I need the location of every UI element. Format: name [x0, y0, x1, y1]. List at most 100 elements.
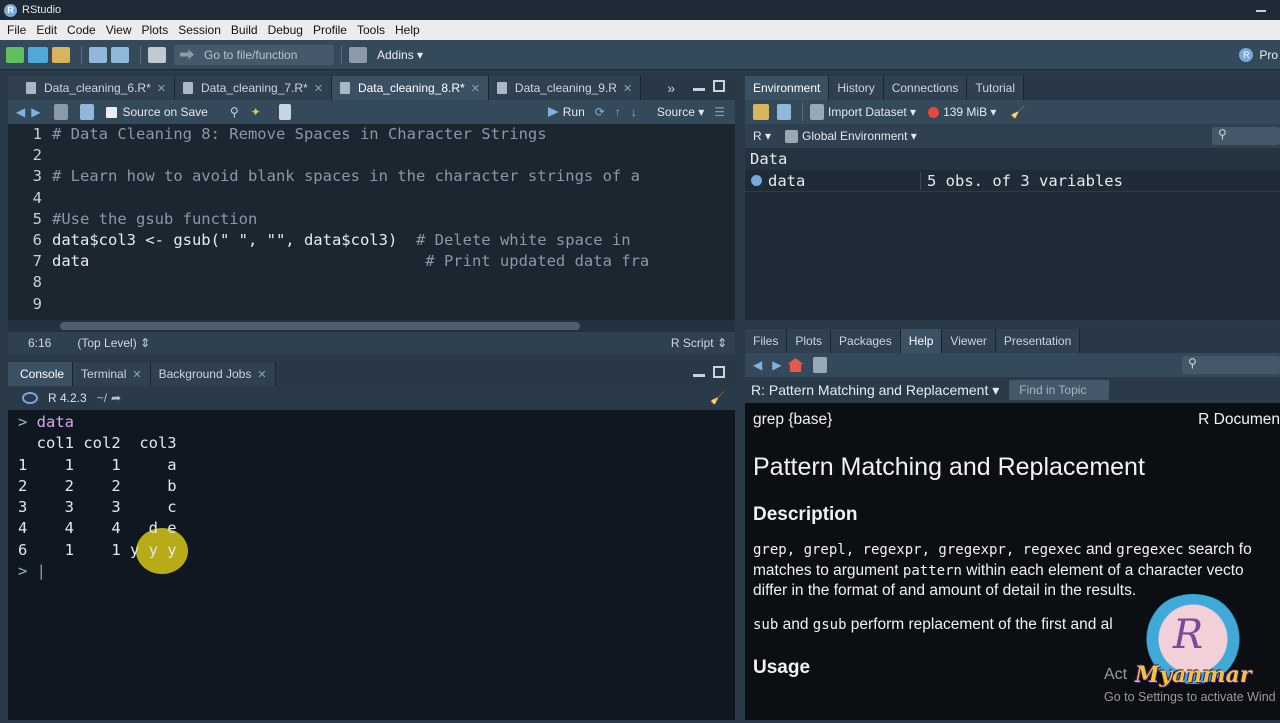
- goto-arrow-icon: [180, 49, 194, 60]
- console-prompt: >: [18, 413, 37, 431]
- rerun-icon[interactable]: ⟳: [595, 105, 605, 119]
- minimize-pane-icon[interactable]: [693, 374, 705, 377]
- tab-terminal[interactable]: Terminal ✕: [73, 362, 151, 386]
- new-file-icon[interactable]: [6, 46, 24, 63]
- tab-data-cleaning-8[interactable]: Data_cleaning_8.R* ✕: [331, 76, 489, 100]
- menu-tools[interactable]: Tools: [352, 23, 390, 37]
- working-directory[interactable]: ~/: [97, 391, 107, 405]
- minimize-pane-icon[interactable]: [693, 88, 705, 91]
- tab-tutorial[interactable]: Tutorial: [967, 76, 1025, 100]
- minimize-icon[interactable]: [1256, 10, 1266, 12]
- save-all-icon[interactable]: [111, 46, 129, 63]
- save-workspace-icon[interactable]: [777, 104, 791, 120]
- tab-history[interactable]: History: [829, 76, 884, 100]
- file-type-selector[interactable]: R Script ⇕: [671, 336, 727, 350]
- scope-selector[interactable]: (Top Level) ⇕: [77, 336, 150, 350]
- code-line: 6 data$col3 <- gsub(" ", "", data$col3) #…: [8, 230, 735, 251]
- clear-environment-icon[interactable]: 🧹: [1010, 105, 1025, 119]
- expand-data-icon[interactable]: [751, 175, 762, 186]
- menu-debug[interactable]: Debug: [263, 23, 308, 37]
- goto-directory-icon[interactable]: ➦: [111, 391, 121, 405]
- menu-edit[interactable]: Edit: [31, 23, 62, 37]
- menu-code[interactable]: Code: [62, 23, 101, 37]
- outline-icon[interactable]: ☰: [714, 105, 725, 119]
- up-arrow-icon[interactable]: ↑: [615, 105, 621, 119]
- search-icon[interactable]: ⚲: [230, 105, 239, 119]
- environment-scope-selector[interactable]: Global Environment ▾: [802, 129, 917, 143]
- line-number: 1: [32, 125, 42, 143]
- scrollbar-thumb[interactable]: [60, 322, 580, 330]
- goto-file-function-input[interactable]: Go to file/function: [174, 44, 334, 65]
- help-search-input[interactable]: ⚲: [1182, 356, 1280, 374]
- forward-icon[interactable]: ▶: [772, 358, 781, 372]
- menu-help[interactable]: Help: [390, 23, 425, 37]
- close-icon[interactable]: ✕: [314, 82, 323, 95]
- tab-help[interactable]: Help: [900, 329, 943, 353]
- show-in-window-icon[interactable]: [54, 104, 69, 120]
- tab-environment[interactable]: Environment: [745, 76, 830, 100]
- down-arrow-icon[interactable]: ↓: [631, 105, 637, 119]
- memory-usage-menu[interactable]: 139 MiB ▾: [943, 105, 996, 119]
- tab-console[interactable]: Console: [8, 362, 74, 386]
- tab-packages[interactable]: Packages: [831, 329, 901, 353]
- addins-menu[interactable]: Addins ▾: [377, 48, 423, 62]
- open-folder-icon[interactable]: [52, 46, 70, 63]
- menu-view[interactable]: View: [101, 23, 137, 37]
- menu-file[interactable]: File: [2, 23, 31, 37]
- load-workspace-icon[interactable]: [753, 104, 769, 120]
- help-topic-selector[interactable]: R: Pattern Matching and Replacement ▾: [751, 382, 999, 399]
- save-icon[interactable]: [89, 46, 107, 63]
- workspace-panes-icon[interactable]: [349, 46, 367, 63]
- tab-background-jobs[interactable]: Background Jobs ✕: [150, 362, 276, 386]
- horizontal-scrollbar[interactable]: [8, 320, 735, 332]
- tab-plots[interactable]: Plots: [787, 329, 832, 353]
- tab-viewer[interactable]: Viewer: [942, 329, 996, 353]
- console-line: col1 col2 col3: [18, 433, 735, 454]
- function-name: gregexec: [1116, 542, 1184, 558]
- tab-connections[interactable]: Connections: [883, 76, 968, 100]
- project-menu[interactable]: R Pro: [1239, 47, 1278, 62]
- close-icon[interactable]: ✕: [257, 368, 266, 381]
- menu-session[interactable]: Session: [173, 23, 226, 37]
- menu-plots[interactable]: Plots: [137, 23, 174, 37]
- tab-data-cleaning-6[interactable]: Data_cleaning_6.R* ✕: [8, 76, 175, 100]
- source-on-save-checkbox[interactable]: [106, 106, 118, 118]
- maximize-pane-icon[interactable]: [713, 366, 725, 378]
- forward-icon[interactable]: ▶: [31, 105, 40, 119]
- r-logo-icon: [22, 392, 38, 404]
- tab-files[interactable]: Files: [745, 329, 788, 353]
- home-icon[interactable]: [787, 358, 804, 372]
- code-area[interactable]: 1 # Data Cleaning 8: Remove Spaces in Cha…: [8, 124, 735, 320]
- close-icon[interactable]: ✕: [157, 82, 166, 95]
- menu-build[interactable]: Build: [226, 23, 263, 37]
- source-button[interactable]: Source ▾: [647, 105, 704, 119]
- show-in-window-icon[interactable]: [813, 357, 828, 373]
- environment-row[interactable]: data 5 obs. of 3 variables: [745, 170, 1280, 192]
- run-button[interactable]: Run: [563, 105, 585, 119]
- console-output[interactable]: > data col1 col2 col3 1 1 1 a 2 2 2 b 3 …: [8, 410, 735, 720]
- maximize-pane-icon[interactable]: [713, 80, 725, 92]
- import-dataset-button[interactable]: Import Dataset ▾: [828, 105, 916, 119]
- environment-search-input[interactable]: ⚲: [1212, 127, 1280, 145]
- close-icon[interactable]: ✕: [471, 82, 480, 95]
- back-icon[interactable]: ◀: [753, 358, 762, 372]
- new-project-icon[interactable]: [28, 46, 48, 63]
- save-file-icon[interactable]: [80, 104, 95, 120]
- clear-console-icon[interactable]: 🧹: [710, 391, 725, 405]
- magic-wand-icon[interactable]: ✦: [251, 105, 261, 119]
- close-icon[interactable]: ✕: [132, 368, 141, 381]
- print-icon[interactable]: [148, 46, 166, 63]
- cursor-position: 6:16: [28, 336, 52, 350]
- find-in-topic-input[interactable]: Find in Topic: [1009, 380, 1110, 400]
- tab-presentation[interactable]: Presentation: [995, 329, 1081, 353]
- compile-report-icon[interactable]: [278, 104, 291, 120]
- close-icon[interactable]: ✕: [623, 82, 632, 95]
- console-line: > data: [18, 412, 735, 433]
- console-line: 2 2 2 b: [18, 476, 735, 497]
- tab-data-cleaning-9[interactable]: Data_cleaning_9.R ✕: [488, 76, 642, 100]
- back-icon[interactable]: ◀: [16, 105, 25, 119]
- language-selector[interactable]: R ▾: [753, 129, 771, 143]
- more-tabs-icon[interactable]: »: [667, 80, 675, 96]
- menu-profile[interactable]: Profile: [308, 23, 352, 37]
- tab-data-cleaning-7[interactable]: Data_cleaning_7.R* ✕: [174, 76, 332, 100]
